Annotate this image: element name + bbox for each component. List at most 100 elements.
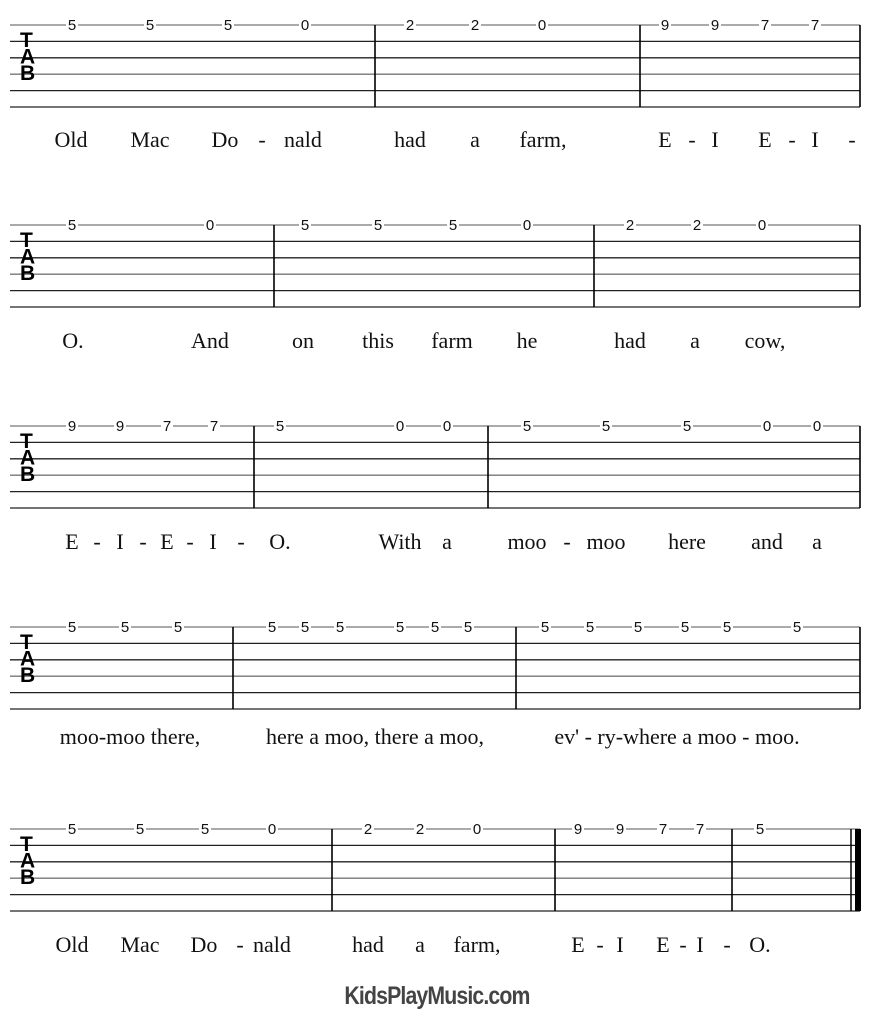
lyric-syllable: on (292, 328, 314, 353)
lyric-syllable: I (116, 529, 123, 554)
fret-number: 7 (210, 418, 218, 435)
fret-number: 0 (538, 17, 546, 34)
fret-number: 5 (174, 619, 182, 636)
tab-clef-letter: B (20, 62, 35, 85)
fret-number: 7 (659, 821, 667, 838)
fret-number: 0 (473, 821, 481, 838)
fret-number: 5 (541, 619, 549, 636)
lyric-syllable: - (186, 529, 193, 554)
fret-number: 5 (756, 821, 764, 838)
lyric-syllable: - (139, 529, 146, 554)
lyric-syllable: a (690, 328, 700, 353)
lyric-syllable: E (571, 932, 584, 957)
lyric-syllable: moo (586, 529, 625, 554)
lyric-syllable: - (93, 529, 100, 554)
lyric-syllable: he (517, 328, 538, 353)
fret-number: 0 (268, 821, 276, 838)
lyric-syllable: - (596, 932, 603, 957)
lyric-syllable: E (160, 529, 173, 554)
fret-number: 7 (761, 17, 769, 34)
final-barline-thick (855, 829, 861, 911)
lyric-syllable: - (679, 932, 686, 957)
fret-number: 0 (758, 217, 766, 234)
fret-number: 9 (574, 821, 582, 838)
fret-number: 2 (471, 17, 479, 34)
lyric-syllable: Do (191, 932, 218, 957)
lyric-syllable: moo-moo there, (60, 724, 201, 749)
fret-number: 9 (661, 17, 669, 34)
lyric-syllable: nald (284, 127, 322, 152)
lyric-syllable: cow, (745, 328, 786, 353)
lyric-syllable: I (616, 932, 623, 957)
tab-system: TAB5 5 5 0 2 2 0 9 9 7 7 5Old Mac Do - nald had a farm, E - I… (10, 821, 861, 957)
fret-number: 5 (634, 619, 642, 636)
fret-number: 5 (681, 619, 689, 636)
fret-number: 0 (443, 418, 451, 435)
fret-number: 9 (711, 17, 719, 34)
tab-system: TAB5 5 5 5 5 5 5 5 5 5 5 5 5 5 5moo-moo there, here a m… (10, 619, 861, 749)
fret-number: 7 (163, 418, 171, 435)
fret-number: 0 (301, 17, 309, 34)
lyric-syllable: E (656, 932, 669, 957)
lyric-syllable: O. (269, 529, 290, 554)
lyric-syllable: I (696, 932, 703, 957)
fret-number: 5 (121, 619, 129, 636)
lyric-syllable: - (236, 932, 243, 957)
fret-number: 5 (68, 17, 76, 34)
tab-system: TAB9 9 7 7 5 0 0 5 5 5 0 0E - I - E - I - O. With a moo - moo her… (10, 418, 861, 554)
lyric-syllable: And (191, 328, 229, 353)
lyric-syllable: had (614, 328, 646, 353)
fret-number: 5 (276, 418, 284, 435)
tab-clef-letter: B (20, 866, 35, 889)
fret-number: 5 (68, 619, 76, 636)
fret-number: 2 (364, 821, 372, 838)
lyric-syllable: here (668, 529, 706, 554)
fret-number: 5 (793, 619, 801, 636)
fret-number: 0 (523, 217, 531, 234)
lyric-syllable: a (812, 529, 822, 554)
footer-site-name: KidsPlayMusic.com (344, 982, 530, 1010)
fret-number: 9 (616, 821, 624, 838)
lyric-syllable: - (237, 529, 244, 554)
lyric-syllable: farm, (453, 932, 500, 957)
lyric-syllable: and (751, 529, 783, 554)
lyric-syllable: E (65, 529, 78, 554)
lyric-syllable: a (470, 127, 480, 152)
fret-number: 5 (449, 217, 457, 234)
fret-number: 0 (813, 418, 821, 435)
fret-number: 2 (416, 821, 424, 838)
lyric-syllable: - (788, 127, 795, 152)
lyric-syllable: Mac (130, 127, 169, 152)
lyric-syllable: With (378, 529, 421, 554)
fret-number: 5 (224, 17, 232, 34)
tablature-score: TAB5 5 5 0 2 2 0 9 9 7 7Old Mac Do - nald had a farm, E - I E… (10, 17, 861, 957)
fret-number: 5 (683, 418, 691, 435)
lyric-syllable: had (394, 127, 426, 152)
fret-number: 9 (116, 418, 124, 435)
lyric-syllable: E (658, 127, 671, 152)
fret-number: 5 (201, 821, 209, 838)
lyric-syllable: I (811, 127, 818, 152)
fret-number: 5 (602, 418, 610, 435)
lyric-syllable: ev' - ry-where a moo - moo. (554, 724, 799, 749)
tab-clef-letter: B (20, 664, 35, 687)
tab-system: TAB5 0 5 5 5 0 2 2 0O. And on this farm he had a cow, (10, 217, 861, 353)
fret-number: 5 (146, 17, 154, 34)
fret-number: 5 (464, 619, 472, 636)
fret-number: 5 (301, 619, 309, 636)
lyric-syllable: moo (507, 529, 546, 554)
fret-number: 5 (136, 821, 144, 838)
lyric-syllable: E (758, 127, 771, 152)
lyric-syllable: Old (55, 127, 88, 152)
lyric-syllable: - (563, 529, 570, 554)
fret-number: 2 (693, 217, 701, 234)
fret-number: 5 (523, 418, 531, 435)
lyric-syllable: - (723, 932, 730, 957)
lyric-syllable: nald (253, 932, 291, 957)
tab-clef-letter: B (20, 262, 35, 285)
fret-number: 0 (206, 217, 214, 234)
fret-number: 5 (396, 619, 404, 636)
fret-number: 5 (301, 217, 309, 234)
lyric-syllable: - (688, 127, 695, 152)
fret-number: 7 (811, 17, 819, 34)
